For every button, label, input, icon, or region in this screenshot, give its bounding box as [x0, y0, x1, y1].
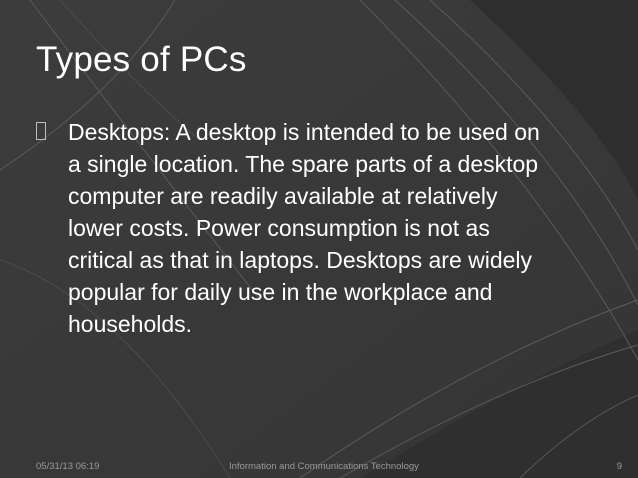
slide-title: Types of PCs [36, 40, 247, 79]
footer-center-text: Information and Communications Technolog… [229, 461, 419, 472]
slide: Types of PCs Desktops: A desktop is inte… [0, 0, 638, 478]
bullet-box-icon [36, 122, 46, 140]
bullet-text: Desktops: A desktop is intended to be us… [68, 119, 540, 337]
footer-date: 05/31/13 06:19 [36, 461, 100, 472]
footer-page-number: 9 [616, 461, 622, 472]
